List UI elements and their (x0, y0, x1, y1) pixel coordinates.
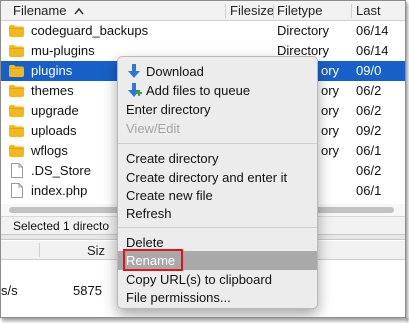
queue-row-speed: s/s (1, 283, 18, 298)
menu-item-view-edit: View/Edit (126, 121, 180, 136)
column-filename-label: Filename (13, 3, 67, 18)
menu-item-enter-directory[interactable]: Enter directory (118, 100, 317, 119)
column-separator[interactable] (273, 4, 274, 18)
column-separator[interactable] (351, 4, 352, 18)
file-modified: 09/0 (356, 63, 382, 78)
file-size (230, 21, 272, 41)
context-menu: Download Add files to queue Enter direct… (117, 56, 318, 309)
column-last-modified[interactable]: Last (356, 1, 381, 21)
folder-icon (9, 25, 24, 37)
file-icon (11, 163, 23, 178)
menu-item-add-to-queue[interactable]: Add files to queue (118, 81, 317, 100)
column-separator[interactable] (225, 4, 226, 18)
menu-item-create-new-file[interactable]: Create new file (118, 186, 317, 205)
queue-row-value: 5875 (73, 283, 102, 298)
file-modified: 06/14 (356, 43, 389, 58)
file-row[interactable]: codeguard_backups Directory 06/14 (1, 21, 405, 41)
menu-item-refresh[interactable]: Refresh (118, 204, 317, 223)
column-separator[interactable] (39, 243, 40, 257)
file-name: codeguard_backups (31, 23, 149, 38)
menu-item-download[interactable]: Download (118, 62, 317, 81)
remote-file-browser: Filename Filesize Filetype Last codeguar… (0, 0, 406, 318)
file-modified: 06/14 (356, 23, 389, 38)
column-filesize[interactable]: Filesize (230, 1, 274, 21)
file-type: Directory (277, 23, 330, 38)
menu-item-create-directory-enter[interactable]: Create directory and enter it (118, 168, 317, 187)
file-modified: 06/2 (356, 83, 382, 98)
file-icon (11, 183, 23, 198)
file-modified: 06/1 (356, 183, 382, 198)
folder-icon (9, 65, 24, 77)
rename-highlight-box (123, 249, 183, 271)
folder-icon (9, 125, 24, 137)
add-to-queue-icon (128, 83, 142, 97)
folder-icon (9, 85, 24, 97)
menu-item-file-permissions[interactable]: File permissions... (118, 288, 317, 307)
sort-ascending-icon (74, 7, 84, 15)
menu-item-download-label: Download (146, 64, 204, 79)
status-text: Selected 1 directo (13, 219, 110, 233)
file-list-header: Filename Filesize Filetype Last (1, 1, 405, 21)
menu-item-add-to-queue-label: Add files to queue (146, 83, 251, 98)
window-shadow (2, 318, 409, 323)
queue-column-size[interactable]: Siz (87, 241, 105, 260)
file-modified: 09/2 (356, 123, 382, 138)
menu-separator (118, 227, 317, 228)
folder-icon (9, 145, 24, 157)
folder-icon (9, 45, 24, 57)
menu-separator (118, 143, 317, 144)
column-filetype[interactable]: Filetype (277, 1, 323, 21)
file-modified: 06/2 (356, 163, 382, 178)
file-modified: 06/2 (356, 103, 382, 118)
download-arrow-icon (128, 64, 140, 78)
menu-item-copy-url[interactable]: Copy URL(s) to clipboard (118, 270, 317, 289)
column-filename[interactable]: Filename (13, 1, 84, 21)
folder-icon (9, 105, 24, 117)
menu-item-create-directory[interactable]: Create directory (118, 149, 317, 168)
file-modified: 06/1 (356, 143, 382, 158)
